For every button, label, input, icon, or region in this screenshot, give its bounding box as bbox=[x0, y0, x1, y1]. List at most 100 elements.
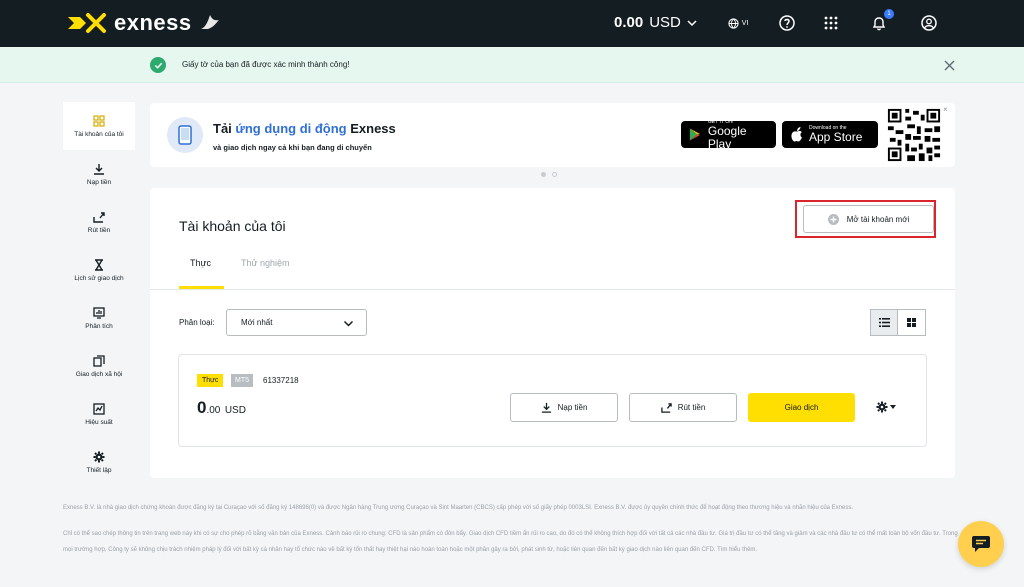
brand-logo[interactable]: exness bbox=[66, 10, 222, 36]
grid-icon bbox=[93, 114, 105, 127]
promo-close-button[interactable]: × bbox=[943, 105, 948, 114]
download-icon bbox=[94, 163, 104, 175]
account-type-badge: Thực bbox=[197, 374, 224, 387]
tab-real[interactable]: Thực bbox=[190, 258, 211, 268]
google-play-big: Google Play bbox=[707, 123, 747, 151]
tab-divider bbox=[150, 289, 955, 290]
sidebar-item-history[interactable]: Lịch sử giao dịch bbox=[63, 246, 135, 294]
tab-demo[interactable]: Thử nghiệm bbox=[241, 258, 290, 268]
sidebar-item-social-trading[interactable]: Giao dịch xã hội bbox=[63, 342, 135, 390]
balance-decimal: .00 bbox=[206, 405, 221, 416]
gear-icon bbox=[93, 451, 105, 462]
account-settings-menu[interactable] bbox=[876, 401, 896, 413]
footer-legal: Exness B.V. là nhà giao dịch chứng khoán… bbox=[63, 505, 854, 511]
carousel-dots bbox=[541, 172, 557, 177]
sidebar-label: Giao dịch xã hội bbox=[75, 370, 123, 378]
open-new-account-button[interactable]: Mở tài khoản mới bbox=[803, 205, 934, 233]
google-play-button[interactable]: GET IT ON Google Play bbox=[681, 119, 776, 151]
language-selector[interactable]: VI bbox=[724, 13, 752, 33]
sidebar-label: Tài khoản của tôi bbox=[74, 130, 124, 138]
dove-icon bbox=[200, 15, 219, 29]
live-chat-button[interactable] bbox=[958, 521, 1004, 567]
deposit-label: Nạp tiền bbox=[557, 403, 588, 412]
sidebar-item-my-accounts[interactable]: Tài khoản của tôi bbox=[63, 102, 135, 150]
close-icon bbox=[944, 60, 954, 70]
performance-icon bbox=[93, 402, 105, 415]
gear-icon bbox=[876, 401, 888, 413]
language-code: VI bbox=[741, 19, 749, 27]
verification-notice: Giấy tờ của bạn đã được xác minh thành c… bbox=[0, 47, 1024, 83]
promo-subtitle: và giao dịch ngay cả khi bạn đang di chu… bbox=[213, 143, 372, 152]
upload-icon bbox=[93, 211, 105, 223]
brand-name: exness bbox=[114, 10, 192, 35]
apple-icon bbox=[791, 127, 802, 142]
mobile-app-promo: Tải ứng dụng di động Exness và giao dịch… bbox=[150, 103, 955, 167]
apps-grid-icon bbox=[824, 16, 838, 30]
plus-circle-icon bbox=[827, 213, 839, 225]
list-icon bbox=[878, 318, 890, 327]
notice-close-button[interactable] bbox=[940, 56, 958, 74]
exness-logo-icon bbox=[68, 13, 106, 33]
grid-view-button[interactable] bbox=[898, 309, 926, 336]
trade-label: Giao dịch bbox=[784, 403, 819, 412]
apps-button[interactable] bbox=[821, 13, 841, 33]
google-play-icon bbox=[689, 128, 701, 141]
hourglass-icon bbox=[95, 258, 103, 271]
user-icon bbox=[921, 15, 937, 31]
balance-value: 0.00 bbox=[614, 14, 644, 31]
notifications-button[interactable]: 1 bbox=[869, 9, 894, 33]
copy-icon bbox=[93, 354, 105, 367]
download-icon bbox=[541, 402, 551, 413]
chevron-down-icon bbox=[687, 19, 697, 26]
accounts-panel: Tài khoản của tôi Mở tài khoản mới Thực … bbox=[150, 188, 955, 478]
account-number: 61337218 bbox=[263, 376, 299, 385]
sidebar: Tài khoản của tôi Nạp tiền Rút tiền Lịch… bbox=[63, 102, 135, 486]
trade-button[interactable]: Giao dịch bbox=[748, 393, 855, 422]
promo-title-prefix: Tải bbox=[213, 121, 236, 136]
promo-title-suffix: Exness bbox=[346, 121, 396, 136]
sidebar-label: Thiết lập bbox=[86, 466, 112, 474]
sidebar-item-settings[interactable]: Thiết lập bbox=[63, 438, 135, 486]
balance-currency: USD bbox=[649, 14, 681, 31]
help-button[interactable] bbox=[777, 13, 797, 33]
sort-select[interactable]: Mới nhất bbox=[226, 309, 367, 336]
phone-icon bbox=[167, 117, 203, 153]
sidebar-item-performance[interactable]: Hiệu suất bbox=[63, 390, 135, 438]
check-circle-icon bbox=[150, 57, 166, 73]
app-store-big: App Store bbox=[809, 130, 863, 144]
profile-button[interactable] bbox=[919, 13, 939, 33]
account-balance: 0.00 USD bbox=[197, 398, 246, 418]
withdraw-button[interactable]: Rút tiền bbox=[629, 393, 737, 422]
notification-count: 1 bbox=[884, 9, 894, 19]
sidebar-label: Hiệu suất bbox=[85, 418, 113, 426]
chart-icon bbox=[93, 306, 105, 319]
sidebar-label: Rút tiền bbox=[87, 226, 111, 234]
question-icon bbox=[779, 15, 795, 31]
upload-icon bbox=[660, 403, 672, 413]
top-bar: exness 0.00 USD VI 1 bbox=[0, 0, 1024, 47]
sidebar-label: Phân tích bbox=[85, 322, 113, 330]
footer-risk-warning: Chỉ có thể sao chép thông tin trên trang… bbox=[63, 531, 958, 553]
platform-badge: MT5 bbox=[231, 374, 253, 387]
account-card: Thực MT5 61337218 0.00 USD Nạp tiền Rút … bbox=[178, 354, 927, 447]
sort-label: Phân loại: bbox=[179, 318, 215, 327]
list-view-button[interactable] bbox=[870, 309, 898, 336]
sidebar-item-analytics[interactable]: Phân tích bbox=[63, 294, 135, 342]
qr-code-icon bbox=[886, 107, 942, 163]
footer: Exness B.V. là nhà giao dịch chứng khoán… bbox=[63, 500, 958, 568]
promo-title: Tải ứng dụng di động Exness bbox=[213, 121, 396, 136]
withdraw-label: Rút tiền bbox=[677, 403, 706, 412]
balance-dropdown[interactable]: 0.00 USD bbox=[614, 14, 697, 31]
chat-icon bbox=[972, 536, 990, 552]
open-new-account-label: Mở tài khoản mới bbox=[846, 214, 910, 224]
sidebar-label: Lịch sử giao dịch bbox=[74, 274, 124, 282]
deposit-button[interactable]: Nạp tiền bbox=[510, 393, 618, 422]
carousel-dot-active[interactable] bbox=[541, 172, 546, 177]
sidebar-item-deposit[interactable]: Nạp tiền bbox=[63, 150, 135, 198]
sidebar-item-withdraw[interactable]: Rút tiền bbox=[63, 198, 135, 246]
app-store-button[interactable]: Download on the App Store bbox=[782, 121, 878, 148]
promo-title-highlight: ứng dụng di động bbox=[235, 121, 347, 136]
carousel-dot[interactable] bbox=[552, 172, 557, 177]
caret-down-icon bbox=[890, 405, 896, 409]
notice-message: Giấy tờ của bạn đã được xác minh thành c… bbox=[182, 60, 350, 69]
